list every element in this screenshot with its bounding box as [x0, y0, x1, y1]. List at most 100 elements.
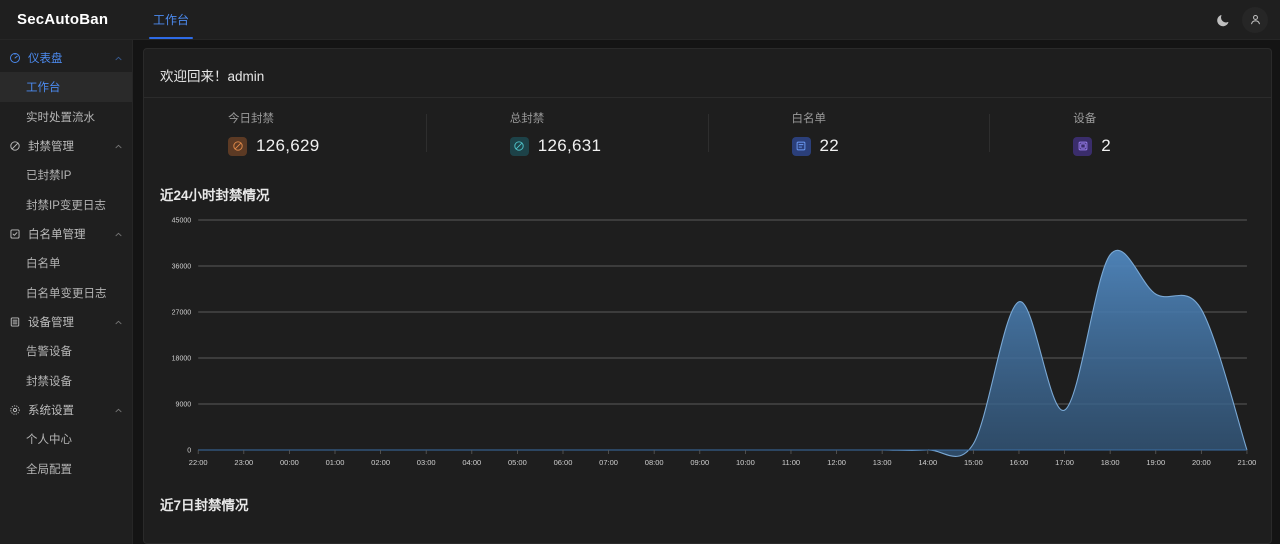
- theme-toggle-button[interactable]: [1210, 7, 1236, 33]
- svg-text:19:00: 19:00: [1146, 458, 1165, 467]
- svg-text:14:00: 14:00: [918, 458, 937, 467]
- stat-card-row: 今日封禁 126,629 总封禁 126,631 白名单 22 设备 2: [144, 98, 1271, 170]
- sidebar-nav: 仪表盘工作台 实时处置流水封禁管理已封禁IP 封禁IP变更日志白名单管理白名单 白名单…: [0, 40, 133, 544]
- svg-text:09:00: 09:00: [690, 458, 709, 467]
- svg-text:07:00: 07:00: [599, 458, 618, 467]
- stat-card-value-row: 22: [791, 136, 974, 156]
- sidebar-item-3-2[interactable]: 白名单变更日志: [0, 278, 132, 308]
- chevron-up-icon[interactable]: [114, 142, 123, 151]
- svg-text:45000: 45000: [172, 218, 192, 225]
- chevron-up-icon[interactable]: [114, 230, 123, 239]
- tab-bar: 工作台: [133, 0, 1210, 39]
- section-title-24h: 近24小时封禁情况: [160, 188, 270, 203]
- user-avatar-icon: [1249, 13, 1262, 26]
- svg-text:15:00: 15:00: [964, 458, 983, 467]
- svg-text:08:00: 08:00: [645, 458, 664, 467]
- sidebar-group-label: 系统设置: [28, 405, 74, 417]
- svg-text:03:00: 03:00: [417, 458, 436, 467]
- svg-text:13:00: 13:00: [873, 458, 892, 467]
- svg-text:11:00: 11:00: [782, 458, 800, 467]
- sidebar-item-5-2[interactable]: 全局配置: [0, 454, 132, 484]
- stat-card-label: 设备: [1073, 113, 1097, 125]
- stat-card-value-row: 126,631: [509, 136, 692, 156]
- device-icon: [9, 316, 21, 328]
- sidebar-group-label: 封禁管理: [28, 141, 74, 153]
- svg-text:27000: 27000: [172, 310, 192, 317]
- server-icon: [1073, 136, 1093, 156]
- stat-card-value-row: 126,629: [228, 136, 410, 156]
- ban-trend-area-chart: 0 9000 18000 27000 36000 45000 22:00 23:00 00:0…: [172, 218, 1257, 467]
- stat-card-value: 2: [1101, 136, 1112, 155]
- sidebar-group-5[interactable]: 系统设置: [0, 396, 132, 424]
- settings-gear-icon: [9, 404, 21, 416]
- stat-card-label: 总封禁: [509, 113, 545, 125]
- app-root: SecAutoBan 工作台 仪表盘 工作台 实时处置流水 封禁管理 已封禁IP…: [0, 0, 1280, 544]
- svg-text:18:00: 18:00: [1101, 458, 1120, 467]
- sidebar-group-4[interactable]: 设备管理: [0, 308, 132, 336]
- svg-text:01:00: 01:00: [326, 458, 345, 467]
- section-title-7d: 近7日封禁情况: [160, 498, 249, 513]
- sidebar-item-4-1[interactable]: 告警设备: [0, 336, 132, 366]
- sidebar-group-3[interactable]: 白名单管理: [0, 220, 132, 248]
- stat-card-3: 白名单 22: [707, 110, 990, 156]
- svg-text:16:00: 16:00: [1010, 458, 1029, 467]
- sidebar-group-2[interactable]: 封禁管理: [0, 132, 132, 160]
- header-actions: [1210, 0, 1280, 39]
- whitelist-icon: [9, 228, 21, 240]
- svg-text:20:00: 20:00: [1192, 458, 1211, 467]
- svg-text:06:00: 06:00: [554, 458, 573, 467]
- svg-text:21:00: 21:00: [1238, 458, 1257, 467]
- svg-text:04:00: 04:00: [462, 458, 481, 467]
- sidebar-item-2-1[interactable]: 已封禁IP: [0, 160, 132, 190]
- sidebar-group-label: 白名单管理: [28, 229, 86, 241]
- stat-card-1: 今日封禁 126,629: [144, 110, 426, 156]
- top-header: SecAutoBan 工作台: [0, 0, 1280, 40]
- welcome-message: 欢迎回来！admin: [144, 49, 1271, 98]
- svg-text:10:00: 10:00: [736, 458, 755, 467]
- dashboard-panel: 欢迎回来！admin 今日封禁 126,629 总封禁 126,631 白名单 22 设备 2…: [143, 48, 1272, 544]
- svg-text:12:00: 12:00: [827, 458, 846, 467]
- stat-card-2: 总封禁 126,631: [425, 110, 708, 156]
- ban-circle-icon: [228, 136, 247, 156]
- sidebar-item-3-1[interactable]: 白名单: [0, 248, 132, 278]
- sidebar-group-label: 设备管理: [28, 317, 74, 329]
- main-content: 欢迎回来！admin 今日封禁 126,629 总封禁 126,631 白名单 22 设备 2…: [133, 40, 1280, 544]
- chart-24h-container: 0 9000 18000 27000 36000 45000 22:00 23:00 00:0…: [144, 204, 1271, 480]
- chevron-up-icon[interactable]: [114, 318, 123, 327]
- svg-text:02:00: 02:00: [371, 458, 390, 467]
- sidebar-item-5-1[interactable]: 个人中心: [0, 424, 132, 454]
- body-wrapper: 仪表盘 工作台 实时处置流水 封禁管理 已封禁IP 封禁IP变更日志 白名单管理 白名单 白名单…: [0, 40, 1280, 544]
- tab-workbench[interactable]: 工作台: [139, 0, 203, 39]
- stat-card-value: 126,629: [256, 136, 320, 155]
- svg-text:00:00: 00:00: [280, 458, 299, 467]
- list-icon: [791, 136, 811, 156]
- svg-text:23:00: 23:00: [234, 458, 253, 467]
- svg-text:05:00: 05:00: [508, 458, 527, 467]
- sidebar-group-label: 仪表盘: [28, 53, 63, 65]
- tab-workbench-label: 工作台: [153, 13, 190, 27]
- sidebar-item-4-2[interactable]: 封禁设备: [0, 366, 132, 396]
- chevron-up-icon[interactable]: [114, 406, 123, 415]
- sidebar-group-1[interactable]: 仪表盘: [0, 44, 132, 72]
- stat-card-4: 设备 2: [989, 110, 1271, 156]
- svg-text:9000: 9000: [176, 402, 192, 409]
- chevron-up-icon[interactable]: [114, 54, 123, 63]
- svg-text:17:00: 17:00: [1055, 458, 1074, 467]
- sidebar-item-2-2[interactable]: 封禁IP变更日志: [0, 190, 132, 220]
- svg-text:18000: 18000: [172, 356, 192, 363]
- stat-card-label: 今日封禁: [228, 113, 274, 125]
- svg-text:0: 0: [187, 448, 191, 455]
- svg-text:22:00: 22:00: [189, 458, 208, 467]
- user-menu-button[interactable]: [1242, 6, 1268, 33]
- svg-text:36000: 36000: [172, 264, 192, 271]
- sidebar-item-1-2[interactable]: 实时处置流水: [0, 102, 132, 132]
- app-logo: SecAutoBan: [17, 11, 109, 28]
- stat-card-value: 22: [819, 136, 840, 155]
- sidebar-item-1-1[interactable]: 工作台: [0, 72, 132, 102]
- dashboard-icon: [9, 52, 21, 64]
- stat-card-value: 126,631: [537, 136, 602, 155]
- ban-circle-icon: [509, 136, 529, 156]
- stat-card-value-row: 2: [1073, 136, 1255, 156]
- moon-icon: [1216, 13, 1230, 27]
- stat-card-label: 白名单: [791, 113, 827, 125]
